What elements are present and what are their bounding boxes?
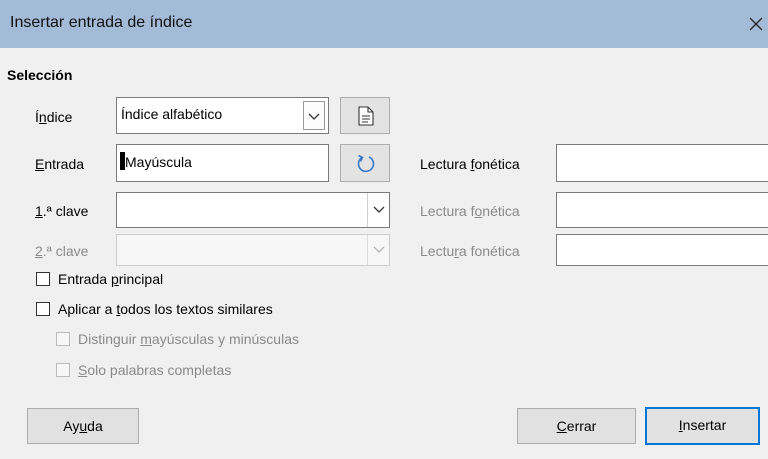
section-heading: Selección: [7, 67, 73, 83]
chevron-down-icon[interactable]: [367, 193, 389, 227]
entry-input[interactable]: Mayúscula: [116, 144, 329, 182]
key1-phonetic-label: Lectura fonética: [420, 203, 520, 219]
refresh-button[interactable]: [340, 144, 390, 182]
title-bar: Insertar entrada de índice: [0, 0, 768, 48]
chevron-down-icon[interactable]: [303, 101, 325, 130]
main-entry-label[interactable]: Entrada principal: [58, 271, 163, 287]
window-title: Insertar entrada de índice: [10, 14, 193, 31]
whole-words-label: Solo palabras completas: [78, 362, 232, 378]
whole-words-checkbox: [56, 363, 70, 377]
close-button[interactable]: Cerrar: [517, 408, 636, 444]
key2-phonetic-input[interactable]: [556, 234, 768, 266]
index-select-value: Índice alfabético: [121, 106, 223, 122]
document-icon: [358, 106, 374, 129]
key2-combo: [116, 234, 390, 266]
apply-all-label[interactable]: Aplicar a todos los textos similares: [58, 301, 273, 317]
match-case-checkbox: [56, 332, 70, 346]
key1-combo[interactable]: [116, 192, 390, 228]
key1-phonetic-input[interactable]: [556, 192, 768, 228]
key1-label: 1.ª clave: [35, 203, 89, 219]
chevron-down-icon: [367, 235, 389, 265]
new-index-button[interactable]: [340, 97, 390, 134]
refresh-icon: [355, 153, 377, 178]
entry-input-value: Mayúscula: [125, 154, 192, 170]
main-entry-checkbox[interactable]: [36, 272, 50, 286]
close-icon[interactable]: [744, 12, 768, 36]
entry-phonetic-input[interactable]: [556, 144, 768, 182]
key2-label: 2.ª clave: [35, 243, 89, 259]
entry-label: Entrada: [35, 156, 85, 172]
index-label: Índice: [35, 109, 73, 125]
apply-all-checkbox[interactable]: [36, 302, 50, 316]
key2-phonetic-label: Lectura fonética: [420, 243, 520, 259]
index-select[interactable]: Índice alfabético: [116, 97, 329, 134]
help-button[interactable]: Ayuda: [27, 408, 139, 444]
insert-button[interactable]: Insertar: [645, 407, 760, 445]
entry-phonetic-label: Lectura fonética: [420, 156, 520, 172]
match-case-label: Distinguir mayúsculas y minúsculas: [78, 331, 299, 347]
